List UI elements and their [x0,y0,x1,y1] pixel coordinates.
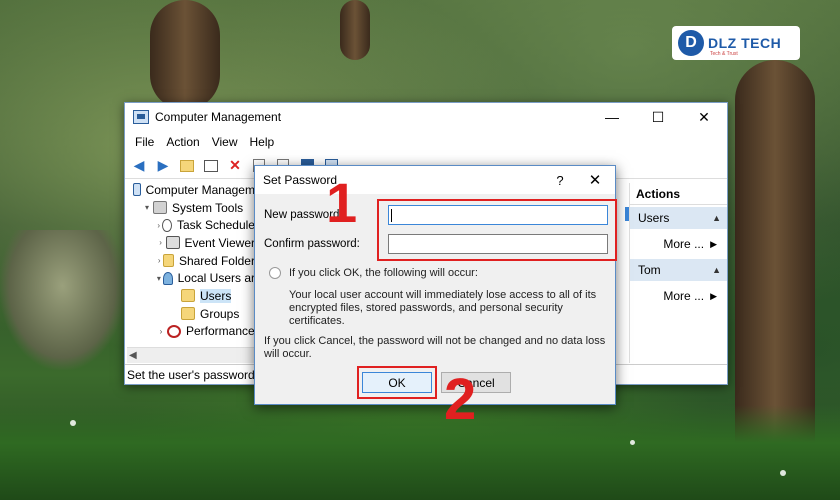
flower [780,470,786,476]
tools-icon [153,201,167,215]
clock-icon [162,218,172,232]
submenu-arrow-icon: ▶ [710,238,717,249]
console-tree: Computer Managem ▾ System Tools › Task Sched… [127,181,255,349]
highlight-box-fields [377,199,617,261]
help-button[interactable]: ? [545,173,575,188]
logo-text: DLZ TECH [708,35,782,51]
tree-item[interactable]: › Performance [127,323,255,341]
back-arrow-icon[interactable]: ◀ [129,156,149,176]
step-2-annotation: 2 [444,367,477,432]
minimize-button[interactable]: — [589,103,635,131]
tree-trunk [340,0,370,60]
collapse-icon: ▲ [712,213,721,223]
tree-item-label: Shared Folder [178,253,255,268]
expander-icon[interactable]: › [155,256,163,265]
tree-item-label: Groups [200,306,240,321]
actions-section-users[interactable]: Users ▲ [630,207,727,229]
new-password-row: New password: [264,209,384,221]
users-icon [162,271,173,285]
expander-icon[interactable]: › [155,238,166,247]
scroll-left-icon[interactable]: ◀ [129,350,137,361]
step-1-annotation: 1 [326,171,358,234]
actions-section-title: Tom [638,263,661,277]
stone-lantern [0,230,125,370]
menu-action[interactable]: Action [160,135,205,149]
folder-icon [181,307,195,321]
ok-detail-text: Your local user account will immediately… [289,289,597,327]
tree-item[interactable]: › Shared Folder [127,252,255,270]
new-password-label: New password: [264,209,343,221]
brand-logo: D DLZ TECH Tech & Trust [672,26,800,60]
tree-item-label: Performance [186,324,255,339]
dialog-close-button[interactable]: ✕ [575,171,615,189]
tree-item-label: Users [200,288,232,303]
performance-icon [167,324,181,338]
actions-section-title: Users [638,211,670,225]
tree-item[interactable]: Groups [127,305,255,323]
close-button[interactable]: ✕ [681,103,727,131]
folder-icon [181,289,195,303]
expander-icon[interactable]: › [155,327,167,336]
folder-icon [163,254,174,268]
expander-icon[interactable]: › [155,221,162,230]
actions-section-tom[interactable]: Tom ▲ [630,259,727,281]
tree-item-label: Computer Managem [145,182,255,197]
confirm-password-row: Confirm password: [264,238,384,250]
tree-item[interactable]: ▾ Local Users ar [127,269,255,287]
event-viewer-icon [166,236,180,250]
tree-item[interactable]: › Task Schedule [127,216,255,234]
logo-tagline: Tech & Trust [710,51,738,57]
tree-item-label: Local Users ar [177,271,255,286]
actions-more-users[interactable]: More ... ▶ [630,229,727,259]
actions-more-tom[interactable]: More ... ▶ [630,281,727,311]
menu-help[interactable]: Help [244,135,281,149]
window-title: Computer Management [155,110,282,124]
tree-item[interactable]: Computer Managem [127,181,255,199]
tree-item[interactable]: Users [127,287,255,305]
flower [70,420,76,426]
dialog-titlebar[interactable]: Set Password ? ✕ [255,166,615,194]
menu-view[interactable]: View [206,135,244,149]
dialog-title: Set Password [263,173,338,187]
logo-mark: D [678,30,704,56]
show-hide-tree-icon[interactable] [201,156,221,176]
delete-icon[interactable]: ✕ [225,156,245,176]
actions-heading: Actions [630,183,727,205]
info-bullet-icon [269,267,281,279]
more-label: More ... [663,237,705,251]
submenu-arrow-icon: ▶ [710,290,717,301]
tree-item-label: System Tools [172,200,244,215]
ok-heading-text: If you click OK, the following will occu… [289,267,478,279]
cancel-info-text: If you click Cancel, the password will n… [264,335,606,360]
flower [630,440,635,445]
set-password-dialog: Set Password ? ✕ New password: Confirm p… [254,165,617,405]
grass [0,405,840,500]
computer-icon [132,183,141,197]
actions-pane: Actions Users ▲ More ... ▶ Tom ▲ More ..… [629,183,727,363]
expander-icon[interactable]: ▾ [141,203,153,212]
up-folder-icon[interactable] [177,156,197,176]
confirm-password-label: Confirm password: [264,238,360,250]
forward-arrow-icon[interactable]: ▶ [153,156,173,176]
tree-item-label: Event Viewer [184,235,255,250]
tree-item[interactable]: › Event Viewer [127,234,255,252]
computer-management-icon [133,110,149,124]
horizontal-scrollbar[interactable]: ◀ [127,347,255,363]
expander-icon[interactable]: ▾ [155,274,163,283]
maximize-button[interactable]: ☐ [635,103,681,131]
tree-item[interactable]: ▾ System Tools [127,199,255,217]
menu-bar: File Action View Help [125,131,727,153]
menu-file[interactable]: File [129,135,160,149]
tree-trunk [150,0,220,110]
more-label: More ... [663,289,705,303]
collapse-icon: ▲ [712,265,721,275]
tree-item-label: Task Schedule [176,218,255,233]
highlight-box-ok [357,366,437,399]
window-titlebar[interactable]: Computer Management — ☐ ✕ [125,103,727,131]
